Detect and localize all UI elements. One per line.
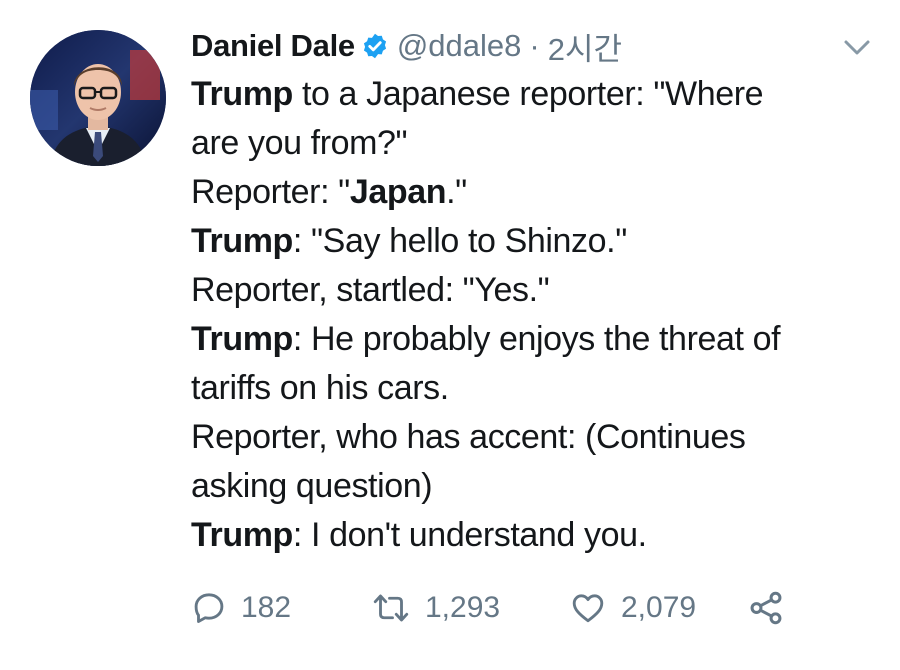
- tweet-line: are you from?": [191, 119, 871, 168]
- retweet-count: 1,293: [425, 591, 501, 624]
- reply-icon: [191, 590, 227, 626]
- bold-text: Japan: [349, 173, 447, 211]
- line-text-pre: Reporter: ": [191, 173, 350, 211]
- line-text: Reporter, who has accent: (Continues: [191, 418, 746, 456]
- retweet-icon: [371, 590, 411, 626]
- profile-photo: [30, 30, 166, 166]
- tweet-line: Trump: He probably enjoys the threat of: [191, 315, 871, 364]
- share-button[interactable]: [747, 589, 785, 627]
- tweet-line: Reporter, startled: "Yes.": [191, 266, 871, 315]
- tweet-line: Reporter, who has accent: (Continues: [191, 413, 871, 462]
- bold-text: Trump: [191, 320, 293, 358]
- separator-dot: ·: [529, 28, 540, 63]
- display-name[interactable]: Daniel Dale: [191, 28, 355, 64]
- tweet-line: Trump: "Say hello to Shinzo.": [191, 217, 871, 266]
- share-icon: [747, 589, 785, 627]
- heart-icon: [569, 590, 607, 626]
- handle[interactable]: @ddale8: [397, 28, 522, 64]
- tweet-line: tariffs on his cars.: [191, 364, 871, 413]
- like-count: 2,079: [621, 591, 697, 624]
- line-text: asking question): [191, 467, 433, 505]
- tweet-text: Trump to a Japanese reporter: "Where are…: [191, 70, 871, 560]
- action-bar: 182 1,293 2,079: [191, 586, 785, 630]
- retweet-button[interactable]: 1,293: [371, 590, 569, 626]
- bold-text: Trump: [191, 75, 293, 113]
- timestamp[interactable]: 2시간: [548, 24, 622, 69]
- chevron-down-icon[interactable]: [842, 38, 872, 58]
- bold-text: Trump: [191, 222, 293, 260]
- like-button[interactable]: 2,079: [569, 590, 747, 626]
- line-text: Reporter, startled: "Yes.": [191, 271, 550, 309]
- tweet-header: Daniel Dale @ddale8 · 2시간: [191, 24, 622, 68]
- line-text: are you from?": [191, 124, 408, 162]
- verified-badge-icon: [361, 32, 389, 60]
- line-text: : He probably enjoys the threat of: [292, 320, 781, 358]
- bold-text: Trump: [191, 516, 293, 554]
- line-text: to a Japanese reporter: "Where: [292, 75, 764, 113]
- reply-button[interactable]: 182: [191, 590, 371, 626]
- line-text: tariffs on his cars.: [191, 369, 449, 407]
- line-text: : I don't understand you.: [292, 516, 647, 554]
- tweet-line: Trump to a Japanese reporter: "Where: [191, 70, 871, 119]
- line-text: : "Say hello to Shinzo.": [292, 222, 627, 260]
- line-text: .": [446, 173, 467, 211]
- avatar[interactable]: [30, 30, 166, 166]
- tweet-line: Trump: I don't understand you.: [191, 511, 871, 560]
- reply-count: 182: [241, 591, 292, 624]
- tweet-line: asking question): [191, 462, 871, 511]
- tweet[interactable]: Daniel Dale @ddale8 · 2시간 Trump to a Jap…: [0, 0, 900, 670]
- tweet-line: Reporter: "Japan.": [191, 168, 871, 217]
